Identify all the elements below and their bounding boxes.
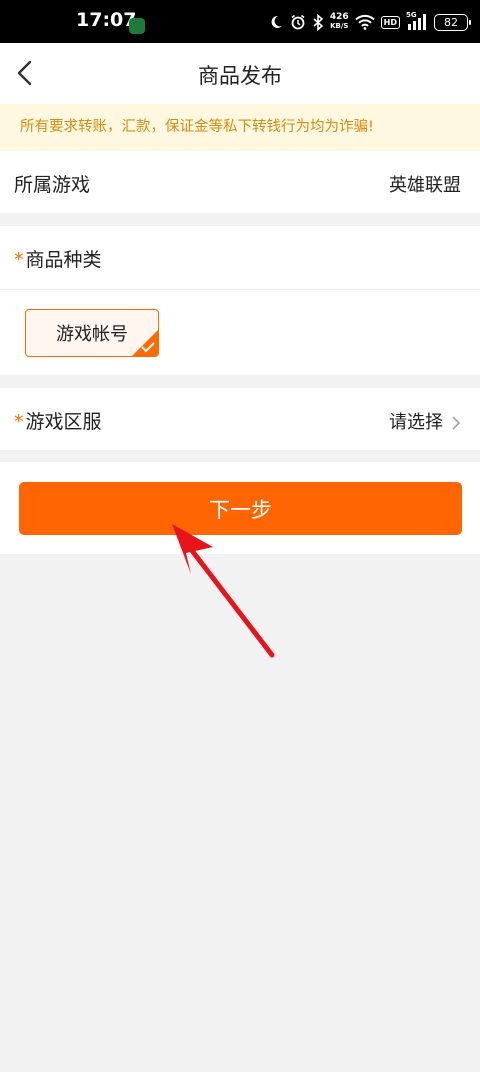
server-label-group: * 游戏区服 [14,407,102,434]
game-value: 英雄联盟 [389,175,461,196]
chevron-right-icon [452,416,461,430]
button-section: 下一步 [0,462,480,554]
app-notification-icon [129,18,145,34]
alarm-icon [290,14,306,30]
status-bar: 17:07 426 KB/S HD 5G 82 [0,0,480,43]
game-row[interactable]: 所属游戏 英雄联盟 [0,151,480,213]
server-value-group: 请选择 [389,408,461,434]
check-icon [141,342,155,353]
server-label: 游戏区服 [25,411,102,433]
battery-indicator: 82 [434,13,471,31]
fraud-warning-banner: 所有要求转账，汇款，保证金等私下转钱行为均为诈骗! [0,104,480,151]
signal-label: 5G [406,11,417,19]
required-mark: * [14,249,24,271]
network-speed-unit: KB/S [330,22,349,30]
signal-icon: 5G [406,11,428,30]
game-label: 所属游戏 [14,174,91,196]
status-time: 17:07 [76,9,137,31]
wifi-icon [354,14,375,30]
status-icons: 426 KB/S HD 5G 82 [268,10,471,34]
chip-label: 游戏帐号 [56,324,128,345]
next-step-button[interactable]: 下一步 [19,482,462,535]
network-speed-value: 426 [329,12,349,22]
server-row[interactable]: * 游戏区服 请选择 [0,388,480,450]
hd-badge: HD [380,15,400,29]
navigation-bar: 商品发布 [0,43,480,104]
bluetooth-icon [312,13,324,31]
category-label: 商品种类 [25,249,102,271]
chip-game-account[interactable]: 游戏帐号 [25,309,159,357]
server-value: 请选择 [389,412,443,433]
divider [0,289,480,290]
moon-icon [268,14,284,30]
category-label-group: * 商品种类 [14,245,102,272]
network-speed: 426 KB/S [330,13,349,31]
required-mark: * [14,411,24,433]
page-title: 商品发布 [198,64,282,88]
